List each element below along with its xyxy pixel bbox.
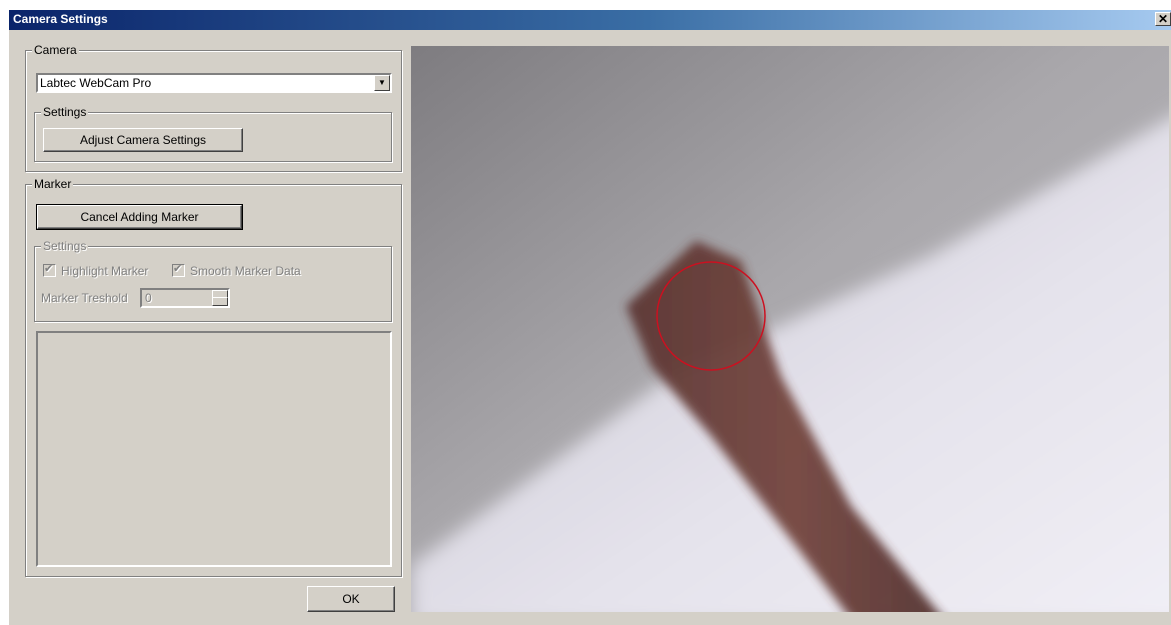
checkbox-box: ✔ <box>43 263 56 277</box>
marker-threshold-value: 0 <box>145 291 152 305</box>
marker-threshold-spinner[interactable]: 0 <box>140 288 230 308</box>
camera-settings-window: Camera Settings ✕ Camera Labtec WebCam P… <box>9 10 1171 625</box>
camera-group: Camera Labtec WebCam Pro ▼ Settings Adju… <box>25 43 402 172</box>
marker-group-label: Marker <box>32 177 74 191</box>
marker-settings-group-label: Settings <box>41 239 89 253</box>
camera-video-feed <box>411 46 1169 612</box>
camera-device-value: Labtec WebCam Pro <box>40 76 152 90</box>
check-icon: ✔ <box>173 263 183 275</box>
camera-settings-group-label: Settings <box>41 105 89 119</box>
spin-buttons <box>212 290 228 306</box>
smooth-marker-data-checkbox[interactable]: ✔ Smooth Marker Data <box>172 263 301 278</box>
adjust-camera-settings-button[interactable]: Adjust Camera Settings <box>43 128 243 152</box>
cancel-adding-marker-button[interactable]: Cancel Adding Marker <box>36 204 243 230</box>
close-button[interactable]: ✕ <box>1155 12 1171 26</box>
window-title: Camera Settings <box>13 12 108 26</box>
spin-down-icon[interactable] <box>212 297 228 306</box>
chevron-down-icon[interactable]: ▼ <box>374 75 390 91</box>
marker-threshold-label: Marker Treshold <box>41 291 128 305</box>
marker-settings-group: Settings ✔ Highlight Marker ✔ Smooth Marke… <box>34 239 392 322</box>
video-frame <box>411 46 1169 612</box>
highlight-marker-checkbox[interactable]: ✔ Highlight Marker <box>43 263 149 278</box>
camera-settings-group: Settings Adjust Camera Settings <box>34 105 392 162</box>
camera-group-label: Camera <box>32 43 79 57</box>
highlight-marker-label: Highlight Marker <box>61 264 149 278</box>
smooth-marker-data-label: Smooth Marker Data <box>190 264 301 278</box>
camera-device-select[interactable]: Labtec WebCam Pro ▼ <box>36 73 392 93</box>
check-icon: ✔ <box>44 263 54 275</box>
title-bar[interactable]: Camera Settings ✕ <box>9 10 1171 30</box>
marker-preview-panel <box>36 331 392 567</box>
ok-button[interactable]: OK <box>307 586 395 612</box>
checkbox-box: ✔ <box>172 263 185 277</box>
close-icon: ✕ <box>1157 12 1169 26</box>
marker-group: Marker Cancel Adding Marker Settings ✔ Hi… <box>25 177 402 577</box>
